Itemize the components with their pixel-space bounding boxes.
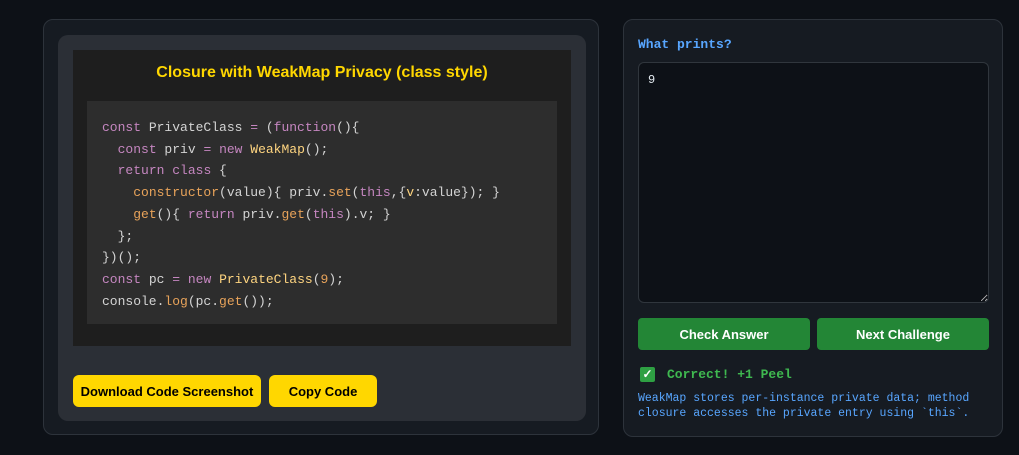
- result-message: ✓ Correct! +1 Peel: [640, 367, 792, 382]
- code-line: })();: [102, 250, 142, 266]
- code-line: const PrivateClass = (function(){: [102, 120, 360, 135]
- copy-code-button[interactable]: Copy Code: [269, 375, 377, 407]
- code-line: const priv = new WeakMap();: [117, 141, 329, 157]
- code-line: console.log(pc.get());: [102, 293, 274, 309]
- challenge-title: Closure with WeakMap Privacy (class styl…: [156, 64, 488, 81]
- check-answer-button[interactable]: Check Answer: [638, 318, 810, 350]
- result-text: Correct! +1 Peel: [667, 367, 792, 382]
- code-block: const PrivateClass = (function(){ const …: [87, 101, 557, 324]
- code-screenshot-area: Closure with WeakMap Privacy (class styl…: [73, 50, 571, 346]
- download-code-screenshot-button[interactable]: Download Code Screenshot: [73, 375, 261, 407]
- code-line: constructor(value){ priv.set(this,{v:val…: [133, 185, 500, 201]
- code-card: Closure with WeakMap Privacy (class styl…: [58, 35, 586, 421]
- question-label: What prints?: [638, 37, 732, 52]
- answer-textarea[interactable]: 9: [638, 62, 989, 303]
- code-line: };: [102, 228, 134, 244]
- checkmark-icon: ✓: [640, 367, 655, 382]
- code-line: get(){ return priv.get(this).v; }: [133, 206, 391, 222]
- code-line: return class {: [117, 163, 227, 179]
- explanation-text: WeakMap stores per-instance private data…: [638, 392, 970, 420]
- challenge-panel: Closure with WeakMap Privacy (class styl…: [43, 19, 599, 435]
- code-line: const pc = new PrivateClass(9);: [102, 271, 344, 287]
- answer-panel: What prints? 9 Check Answer Next Challen…: [623, 19, 1003, 437]
- next-challenge-button[interactable]: Next Challenge: [817, 318, 989, 350]
